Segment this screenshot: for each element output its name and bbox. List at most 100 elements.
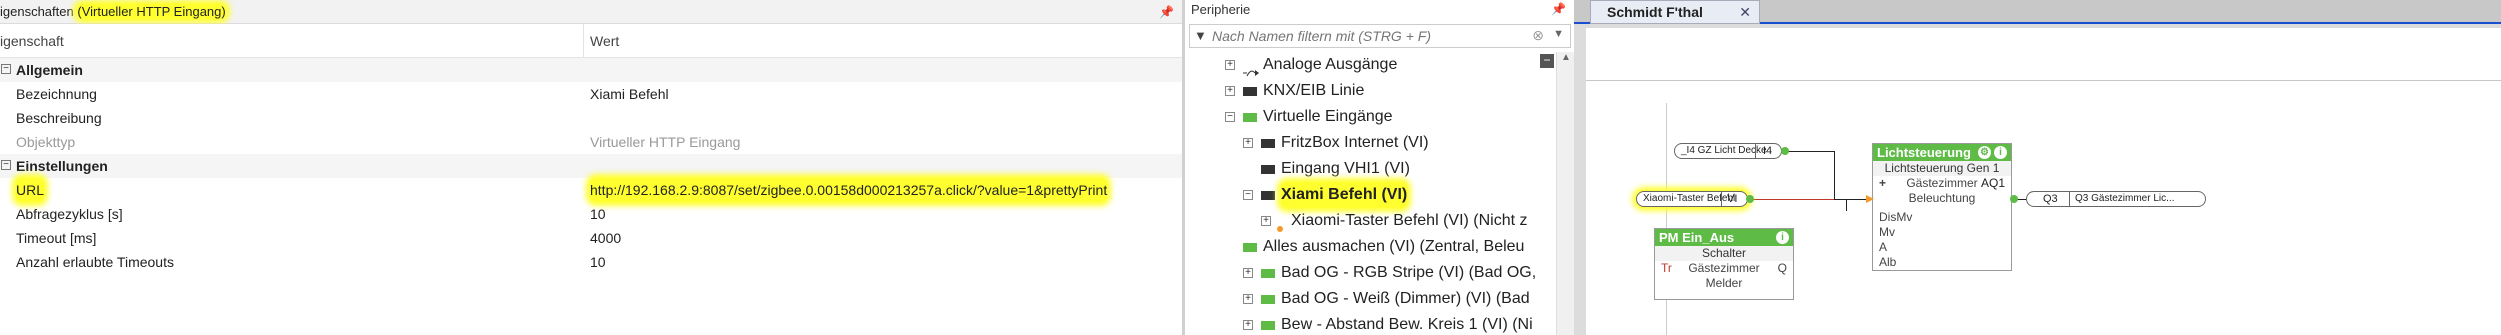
expand-icon[interactable]: + — [1243, 138, 1253, 148]
info-icon[interactable]: i — [1994, 146, 2007, 159]
settings-icon[interactable]: ⚙ — [1978, 146, 1991, 159]
column-divider[interactable] — [583, 24, 584, 58]
property-row-abfragezyklus[interactable]: Abfragezyklus [s] 10 — [0, 202, 1182, 226]
object-label: Q3 Gästezimmer Lic... — [2075, 193, 2175, 204]
property-value[interactable]: 10 — [590, 250, 606, 274]
output-aq1[interactable]: AQ1 — [1981, 176, 2005, 191]
close-icon[interactable]: ✕ — [1739, 1, 1751, 23]
editor-canvas[interactable]: _I4 GZ Licht Decke I4 Xiaomi-Taster Befe… — [1586, 28, 2501, 335]
property-key: Bezeichnung — [16, 86, 97, 102]
page-border-line — [1586, 80, 2501, 81]
category-einstellungen[interactable]: − Einstellungen — [0, 154, 1182, 178]
filter-icon: ▼ — [1194, 28, 1207, 43]
property-key: Objekttyp — [16, 134, 76, 150]
tree-item-label: Bad OG - Weiß (Dimmer) (VI) (Bad — [1281, 290, 1530, 307]
output-connector[interactable] — [1781, 147, 1789, 155]
expand-icon[interactable]: + — [1225, 60, 1235, 70]
property-key: Abfragezyklus [s] — [16, 206, 123, 222]
tree-item-label: FritzBox Internet (VI) — [1281, 134, 1429, 151]
virtual-input-icon — [1261, 295, 1275, 304]
column-property[interactable]: igenschaft — [0, 33, 64, 49]
output-connector[interactable] — [2010, 195, 2018, 203]
virtual-input-icon — [1243, 243, 1257, 252]
properties-title-bar: igenschaften (Virtueller HTTP Eingang) 📌 — [0, 0, 1182, 24]
expand-icon — [1243, 164, 1253, 174]
tree-item-label: Virtuelle Eingänge — [1263, 108, 1393, 125]
property-row-beschreibung[interactable]: Beschreibung — [0, 106, 1182, 130]
object-address: VI — [1727, 193, 1738, 205]
properties-column-header: igenschaft Wert — [0, 24, 1182, 58]
input-mv[interactable]: Mv — [1873, 225, 2011, 240]
filter-input[interactable] — [1212, 27, 1512, 45]
connection-wire[interactable] — [1834, 151, 1835, 199]
collapse-icon[interactable]: − — [1243, 190, 1253, 200]
block-title: PM Ein_Aus i — [1655, 229, 1793, 246]
input-a[interactable]: A — [1873, 240, 2011, 255]
property-value[interactable]: 4000 — [590, 226, 621, 250]
property-row-objekttyp[interactable]: Objekttyp Virtueller HTTP Eingang — [0, 130, 1182, 154]
property-value: Virtueller HTTP Eingang — [590, 134, 741, 150]
virtual-input-icon — [1261, 165, 1275, 174]
property-row-timeout[interactable]: Timeout [ms] 4000 — [0, 226, 1182, 250]
expand-icon[interactable]: + — [1243, 268, 1253, 278]
output-q[interactable]: Q — [1778, 261, 1787, 276]
input-object-i4[interactable]: _I4 GZ Licht Decke I4 — [1674, 143, 1782, 159]
peripherie-title: Peripherie — [1191, 2, 1251, 17]
pin-icon[interactable]: 📌 — [1159, 0, 1174, 24]
collapse-icon[interactable]: − — [1, 160, 11, 170]
block-function: Beleuchtung — [1908, 191, 1976, 205]
property-value[interactable]: Xiami Befehl — [590, 82, 669, 106]
pm-ein-aus-block[interactable]: PM Ein_Aus i Schalter Tr Gästezimmer Q M… — [1654, 228, 1794, 300]
collapse-icon[interactable]: − — [1225, 112, 1235, 122]
input-alb[interactable]: Alb — [1873, 255, 2011, 270]
property-key: URL — [16, 178, 45, 202]
pin-icon[interactable]: 📌 — [1551, 2, 1566, 16]
expand-icon[interactable]: + — [1243, 294, 1253, 304]
tree-item-label: Eingang VHI1 (VI) — [1281, 160, 1410, 177]
output-connector[interactable] — [1746, 195, 1754, 203]
lichtsteuerung-block[interactable]: Lichtsteuerung ⚙ i Lichtsteuerung Gen 1 … — [1872, 143, 2012, 271]
tree-item-label: Xiami Befehl (VI) — [1281, 182, 1408, 208]
property-value[interactable]: 10 — [590, 202, 606, 226]
column-value[interactable]: Wert — [590, 33, 619, 49]
output-object-q3[interactable]: Q3 Q3 Gästezimmer Lic... — [2026, 191, 2206, 207]
virtual-input-icon — [1261, 321, 1275, 330]
filter-box[interactable]: ▼ ⊗ ▼ — [1189, 24, 1571, 48]
block-title-text: Lichtsteuerung — [1877, 145, 1971, 160]
collapse-icon[interactable]: − — [1, 64, 11, 74]
connector-icon — [1275, 217, 1285, 232]
url-value[interactable]: http://192.168.2.9:8087/set/zigbee.0.001… — [590, 178, 1108, 202]
property-row-timeouts-allowed[interactable]: Anzahl erlaubte Timeouts 10 — [0, 250, 1182, 274]
category-allgemein[interactable]: − Allgemein — [0, 58, 1182, 82]
info-icon[interactable]: i — [1776, 231, 1789, 244]
property-row-bezeichnung[interactable]: Bezeichnung Xiami Befehl — [0, 82, 1182, 106]
property-row-url[interactable]: URL http://192.168.2.9:8087/set/zigbee.0… — [0, 178, 1182, 202]
property-key: Timeout [ms] — [16, 230, 97, 246]
clear-icon[interactable]: ⊗ — [1532, 27, 1544, 44]
collapse-all-button[interactable]: − — [1540, 54, 1554, 68]
property-key: Anzahl erlaubte Timeouts — [16, 254, 174, 270]
category-label: Einstellungen — [16, 158, 108, 174]
virtual-input-icon — [1261, 191, 1275, 200]
block-title: Lichtsteuerung ⚙ i — [1873, 144, 2011, 161]
peripherie-panel: Peripherie 📌 ▼ ⊗ ▼ + Analoge Ausgänge + … — [1182, 0, 1574, 335]
separator — [1755, 144, 1756, 158]
vertical-scrollbar[interactable]: ▲ — [1556, 52, 1574, 335]
tab-label: Schmidt F'thal — [1607, 4, 1703, 20]
category-label: Allgemein — [16, 62, 83, 78]
property-key: Beschreibung — [16, 110, 102, 126]
chevron-down-icon[interactable]: ▼ — [1553, 28, 1564, 40]
block-room-row: + Gästezimmer AQ1 — [1873, 176, 2011, 191]
input-dismv[interactable]: DisMv — [1873, 210, 2011, 225]
scroll-up-icon[interactable]: ▲ — [1557, 52, 1575, 68]
expand-icon[interactable]: + — [1243, 320, 1253, 330]
block-room-row: Tr Gästezimmer Q — [1655, 261, 1793, 276]
object-address: Q3 — [2043, 193, 2058, 205]
page-border-line — [1666, 103, 1667, 335]
tab-schmidt-fthal[interactable]: Schmidt F'thal ✕ — [1590, 0, 1760, 24]
block-type: Lichtsteuerung Gen 1 — [1873, 161, 2011, 176]
input-object-xiaomi-taster[interactable]: Xiaomi-Taster Befehl VI — [1636, 191, 1748, 207]
connection-wire[interactable] — [1846, 199, 1847, 211]
expand-icon[interactable]: + — [1225, 86, 1235, 96]
expand-icon[interactable]: + — [1261, 216, 1271, 226]
